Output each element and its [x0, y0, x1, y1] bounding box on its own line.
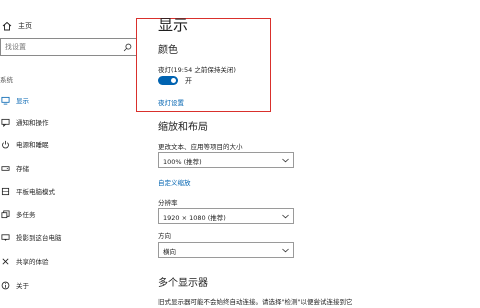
custom-scale-link[interactable]: 自定义缩放	[158, 177, 191, 187]
sidebar-item-label: 平板电脑模式	[16, 188, 55, 196]
sidebar-item-display[interactable]: 显示	[0, 93, 140, 107]
multitask-icon	[1, 209, 10, 218]
sidebar-item-tablet-mode[interactable]: 平板电脑模式	[0, 184, 140, 198]
page-title: 显示	[158, 16, 189, 34]
toggle-knob	[171, 78, 176, 83]
info-icon	[1, 281, 10, 289]
home-icon	[2, 21, 12, 31]
sidebar-item-label: 显示	[16, 97, 29, 105]
chevron-down-icon	[282, 248, 289, 253]
night-light-settings-link[interactable]: 夜灯设置	[158, 97, 184, 107]
sidebar-item-multitasking[interactable]: 多任务	[0, 207, 140, 221]
night-light-label: 夜灯(19:54 之前保持关闭)	[158, 66, 236, 74]
main-content: 显示 颜色 夜灯(19:54 之前保持关闭) 开 夜灯设置 缩放和布局 更改文本…	[158, 0, 480, 308]
multiple-displays-heading: 多个显示器	[158, 278, 208, 289]
message-icon	[1, 118, 10, 127]
resolution-dropdown[interactable]: 1920 × 1080 (推荐)	[158, 208, 294, 224]
sidebar-item-label: 通知和操作	[16, 119, 49, 127]
sidebar-item-projecting[interactable]: 投影到这台电脑	[0, 230, 140, 244]
sidebar-item-storage[interactable]: 存储	[0, 161, 140, 175]
sidebar-item-power[interactable]: 电源和睡眠	[0, 137, 140, 151]
chevron-down-icon	[282, 214, 289, 219]
night-light-toggle-state: 开	[185, 77, 192, 85]
sidebar-item-label: 投影到这台电脑	[16, 234, 62, 242]
sidebar-item-notifications[interactable]: 通知和操作	[0, 115, 140, 129]
search-box[interactable]	[0, 38, 137, 56]
scale-layout-heading: 缩放和布局	[158, 122, 208, 133]
share-icon	[2, 258, 9, 264]
sidebar-item-label: 共享的体验	[16, 258, 49, 266]
search-icon[interactable]	[123, 43, 132, 52]
sidebar-section-label: 系统	[0, 76, 13, 84]
home-label: 主页	[18, 22, 32, 30]
chevron-down-icon	[282, 158, 289, 163]
search-input[interactable]	[5, 41, 120, 53]
monitor-icon	[1, 96, 10, 105]
sidebar-item-label: 存储	[16, 165, 29, 173]
orientation-dropdown-value: 横向	[163, 248, 176, 256]
sidebar-item-label: 关于	[16, 282, 29, 290]
sidebar-item-about[interactable]: 关于	[0, 278, 140, 292]
night-light-toggle[interactable]	[158, 76, 178, 85]
power-icon	[2, 140, 9, 148]
scale-dropdown[interactable]: 100% (推荐)	[158, 152, 294, 168]
sidebar-item-label: 多任务	[16, 211, 36, 219]
orientation-label: 方向	[158, 232, 171, 240]
scale-dropdown-value: 100% (推荐)	[163, 158, 202, 166]
sidebar: 主页 系统 显示 通知和操作	[0, 0, 142, 308]
orientation-dropdown[interactable]: 横向	[158, 242, 294, 258]
storage-icon	[1, 165, 10, 171]
color-heading: 颜色	[158, 45, 178, 56]
sidebar-item-label: 电源和睡眠	[16, 141, 49, 149]
resolution-dropdown-value: 1920 × 1080 (推荐)	[163, 214, 226, 222]
project-icon	[1, 233, 10, 241]
resolution-label: 分辨率	[158, 199, 178, 207]
scale-label: 更改文本、应用等项目的大小	[158, 143, 243, 151]
multiple-displays-description: 旧式显示器可能不会始终自动连接。请选择"检测"以便尝试连接到它	[158, 298, 353, 306]
sidebar-item-home[interactable]: 主页	[0, 18, 32, 34]
tablet-icon	[1, 187, 10, 195]
sidebar-item-shared-experiences[interactable]: 共享的体验	[0, 254, 140, 268]
